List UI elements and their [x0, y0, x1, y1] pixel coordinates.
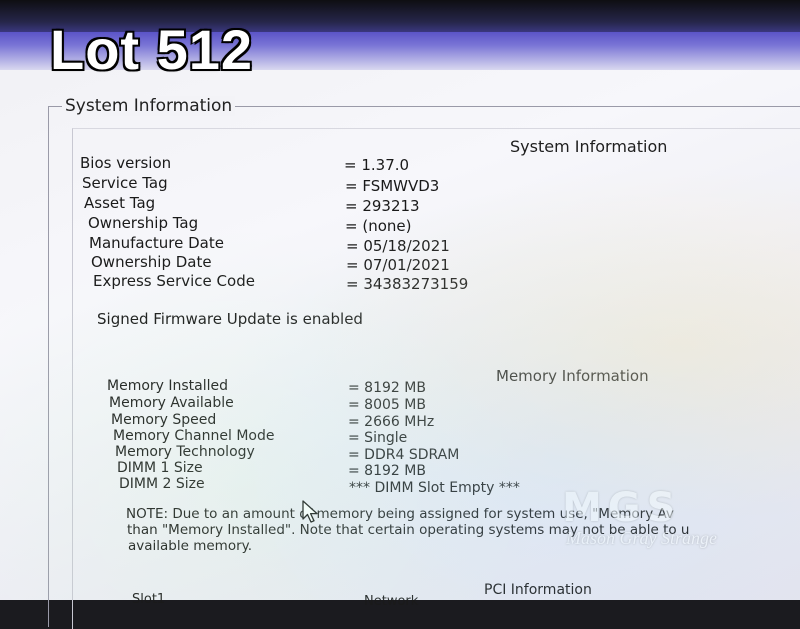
- manufacture-date-label: Manufacture Date: [89, 234, 224, 252]
- dimm2-size-label: DIMM 2 Size: [119, 476, 205, 492]
- ownership-date-label: Ownership Date: [91, 253, 212, 271]
- bios-version-label: Bios version: [80, 154, 172, 172]
- bios-version-value: = 1.37.0: [344, 156, 410, 174]
- dimm1-size-value: = 8192 MB: [348, 463, 426, 479]
- lot-label: Lot 512: [50, 18, 254, 81]
- asset-tag-label: Asset Tag: [84, 194, 156, 212]
- memory-installed-value: = 8192 MB: [348, 380, 426, 396]
- memory-information-title: Memory Information: [496, 367, 649, 385]
- ownership-tag-label: Ownership Tag: [88, 214, 199, 232]
- system-information-title: System Information: [510, 137, 668, 156]
- memory-installed-label: Memory Installed: [107, 378, 229, 394]
- memory-speed-label: Memory Speed: [111, 412, 217, 428]
- manufacture-date-value: = 05/18/2021: [346, 237, 450, 255]
- dimm1-size-label: DIMM 1 Size: [117, 460, 203, 476]
- memory-speed-value: = 2666 MHz: [348, 414, 435, 430]
- watermark-logo: MGS: [562, 485, 682, 531]
- memory-available-label: Memory Available: [109, 395, 234, 411]
- memory-channel-mode-value: = Single: [348, 430, 408, 446]
- service-tag-value: = FSMWVD3: [345, 177, 440, 195]
- mouse-cursor-icon: [302, 500, 318, 523]
- watermark-text: Mason Gray Strange: [566, 528, 717, 548]
- memory-available-value: = 8005 MB: [348, 397, 426, 413]
- memory-technology-value: = DDR4 SDRAM: [348, 447, 460, 463]
- group-legend: System Information: [62, 96, 236, 116]
- pci-slot-value: Network: [364, 594, 419, 609]
- watermark: MGS Mason Gray Strange: [560, 488, 760, 558]
- express-service-code-value: = 34383273159: [346, 275, 469, 293]
- pci-information-title: PCI Information: [484, 582, 592, 598]
- dimm2-size-value: *** DIMM Slot Empty ***: [349, 480, 520, 496]
- ownership-date-value: = 07/01/2021: [346, 256, 450, 274]
- asset-tag-value: = 293213: [345, 197, 420, 215]
- express-service-code-label: Express Service Code: [93, 272, 255, 290]
- memory-channel-mode-label: Memory Channel Mode: [113, 428, 275, 444]
- service-tag-label: Service Tag: [82, 174, 168, 192]
- memory-technology-label: Memory Technology: [115, 444, 255, 460]
- ownership-tag-value: = (none): [345, 217, 412, 235]
- firmware-update-notice: Signed Firmware Update is enabled: [97, 310, 363, 328]
